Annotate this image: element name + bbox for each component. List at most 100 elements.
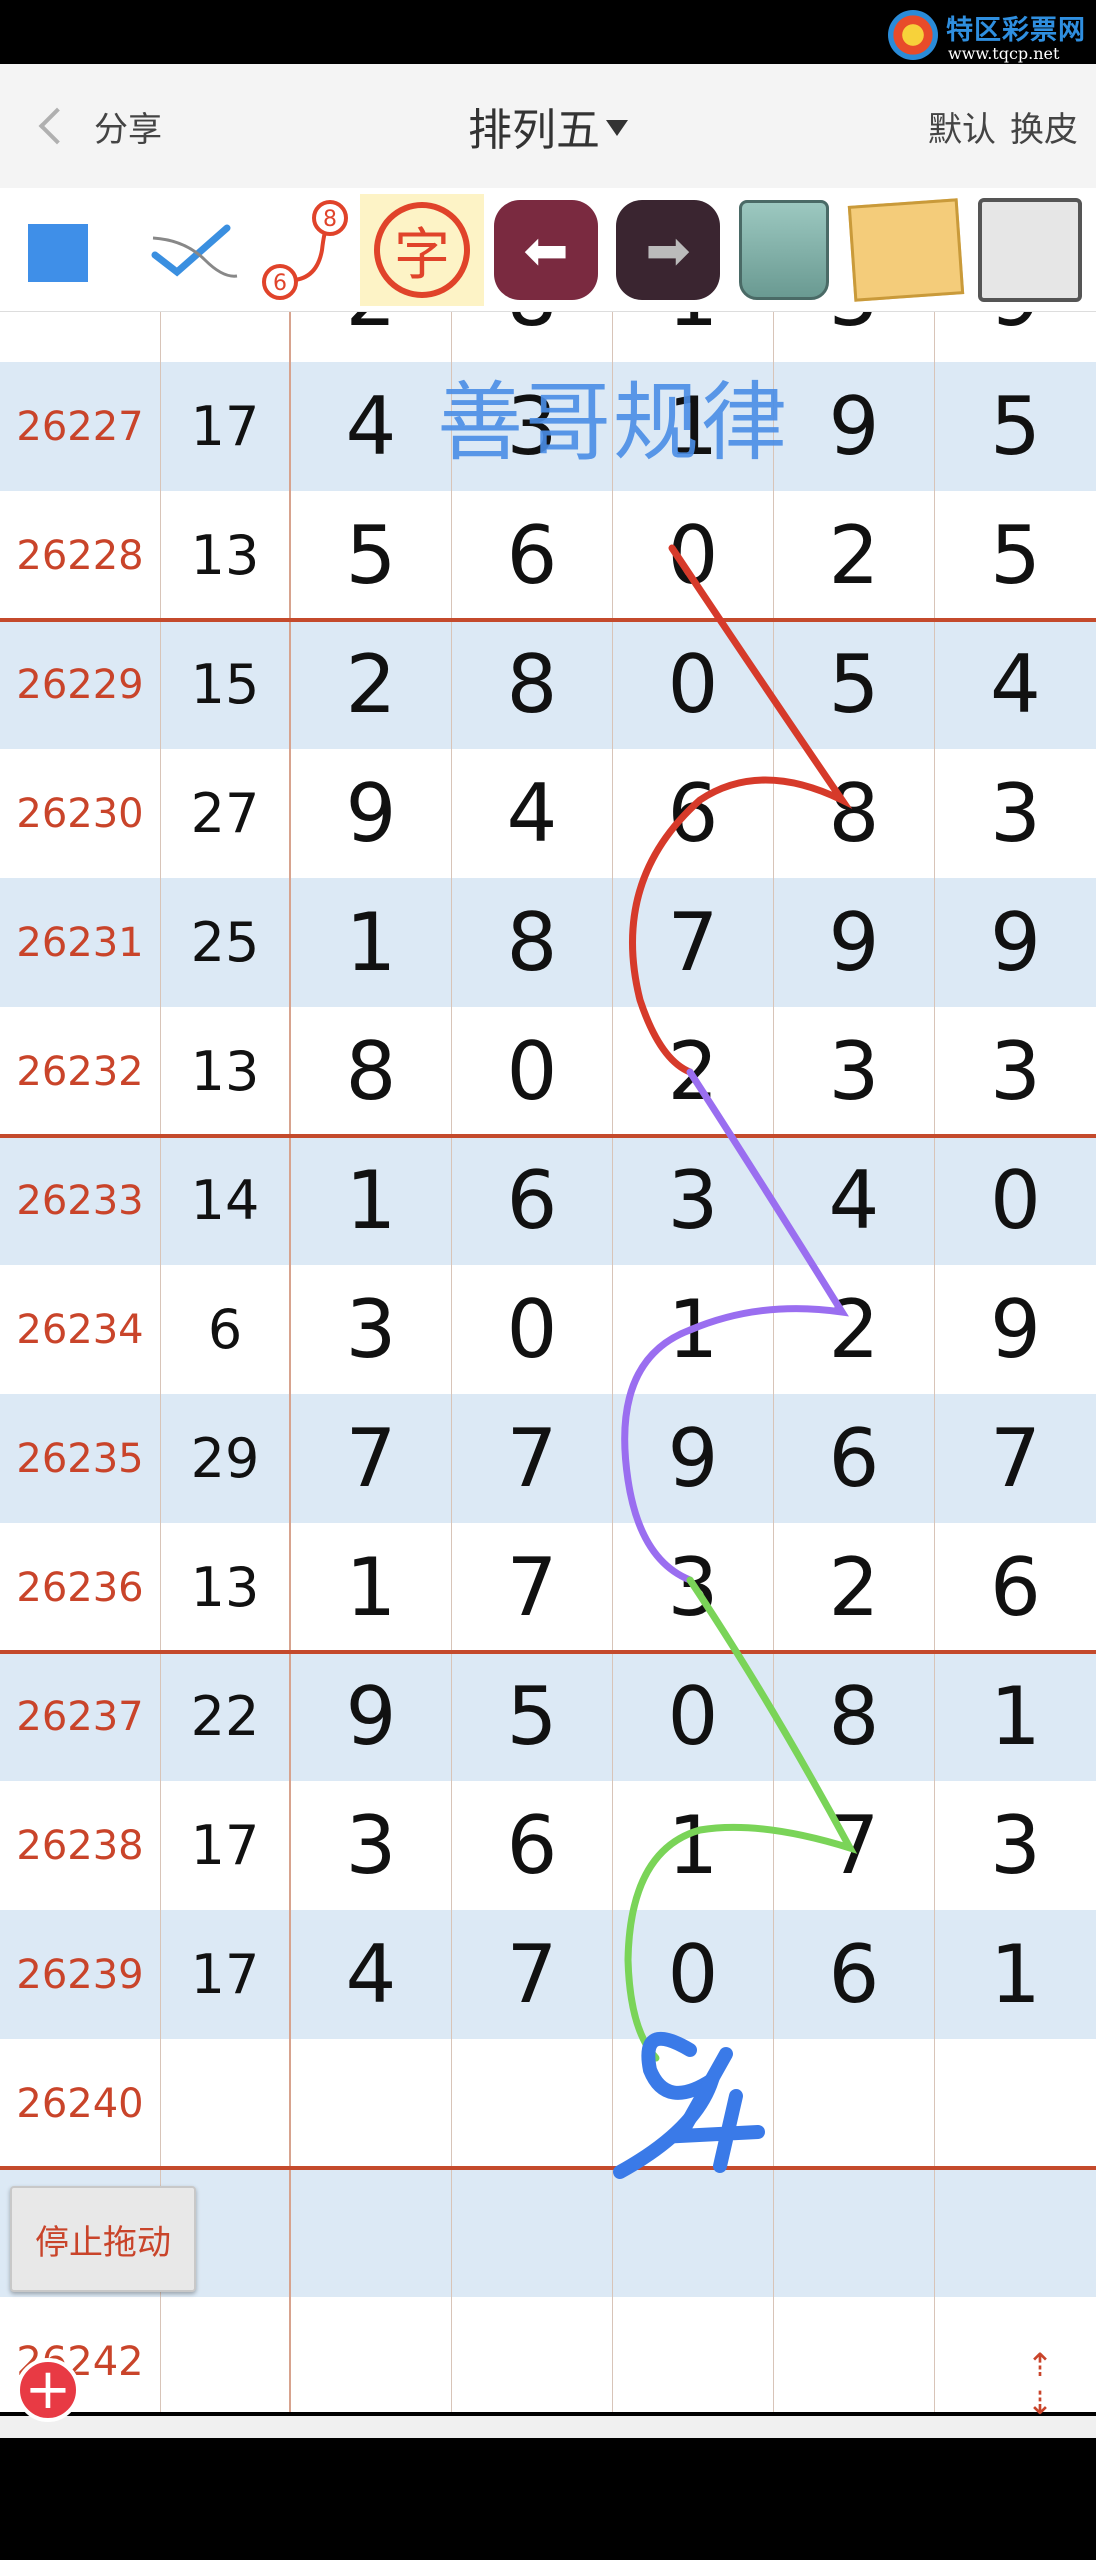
add-button[interactable]: + [16, 2358, 80, 2422]
digit-cell[interactable]: 6 [774, 1910, 935, 2039]
table-row[interactable]: 26230 27 9 4 6 8 3 [0, 749, 1096, 878]
connect-dots-tool[interactable]: 8 6 [254, 194, 354, 306]
table-row[interactable]: 26239 17 4 7 0 6 1 [0, 1910, 1096, 2039]
digit-cell[interactable]: 6 [452, 1781, 613, 1910]
lottery-grid[interactable]: 2815926227174319526228135602526229152805… [0, 312, 1096, 2412]
digit-cell[interactable]: 3 [291, 1265, 452, 1394]
save-button[interactable] [972, 194, 1088, 306]
digit-cell[interactable]: 7 [452, 1910, 613, 2039]
color-swatch-button[interactable] [28, 224, 88, 282]
digit-cell[interactable]: 5 [452, 1652, 613, 1781]
digit-cell[interactable]: 3 [613, 1523, 774, 1652]
digit-cell[interactable]: 0 [613, 1652, 774, 1781]
digit-cell[interactable] [935, 2297, 1096, 2412]
digit-cell[interactable]: 6 [613, 749, 774, 878]
digit-cell[interactable]: 1 [291, 1523, 452, 1652]
digit-cell[interactable]: 3 [774, 1007, 935, 1136]
digit-cell[interactable]: 2 [774, 1265, 935, 1394]
digit-cell[interactable]: 5 [774, 620, 935, 749]
digit-cell[interactable]: 7 [935, 1394, 1096, 1523]
digit-cell[interactable]: 4 [774, 1136, 935, 1265]
digit-cell[interactable] [774, 2039, 935, 2168]
digit-cell[interactable] [452, 2039, 613, 2168]
table-row[interactable]: 26240 [0, 2039, 1096, 2168]
digit-cell[interactable]: 2 [774, 491, 935, 620]
table-row[interactable]: 26236 13 1 7 3 2 6 [0, 1523, 1096, 1652]
digit-cell[interactable]: 9 [935, 878, 1096, 1007]
digit-cell[interactable]: 3 [935, 1781, 1096, 1910]
digit-cell[interactable] [935, 2168, 1096, 2297]
digit-cell[interactable]: 2 [291, 620, 452, 749]
check-pen-tool[interactable] [138, 194, 248, 306]
digit-cell[interactable] [452, 2297, 613, 2412]
default-button[interactable]: 默认 [928, 102, 996, 151]
digit-cell[interactable] [291, 2297, 452, 2412]
table-row[interactable]: 26234 6 3 0 1 2 9 [0, 1265, 1096, 1394]
digit-cell[interactable]: 4 [291, 362, 452, 491]
digit-cell[interactable]: 7 [291, 1394, 452, 1523]
digit-cell[interactable]: 0 [452, 1007, 613, 1136]
digit-cell[interactable]: 9 [613, 1394, 774, 1523]
digit-cell[interactable]: 1 [613, 1265, 774, 1394]
digit-cell[interactable] [774, 2297, 935, 2412]
digit-cell[interactable]: 9 [774, 362, 935, 491]
digit-cell[interactable]: 4 [291, 1910, 452, 2039]
digit-cell[interactable]: 5 [935, 362, 1096, 491]
digit-cell[interactable]: 8 [774, 749, 935, 878]
digit-cell[interactable] [613, 2297, 774, 2412]
change-skin-button[interactable]: 换皮 [1010, 102, 1078, 151]
digit-cell[interactable]: 5 [291, 491, 452, 620]
digit-cell[interactable]: 0 [613, 491, 774, 620]
digit-cell[interactable] [774, 2168, 935, 2297]
char-tool[interactable]: 字 [360, 194, 484, 306]
digit-cell[interactable]: 9 [774, 878, 935, 1007]
digit-cell[interactable] [613, 2039, 774, 2168]
digit-cell[interactable]: 3 [613, 1136, 774, 1265]
digit-cell[interactable] [291, 2039, 452, 2168]
digit-cell[interactable]: 2 [774, 1523, 935, 1652]
table-row[interactable]: 26235 29 7 7 9 6 7 [0, 1394, 1096, 1523]
trash-button[interactable] [728, 194, 840, 306]
table-row[interactable]: 26231 25 1 8 7 9 9 [0, 878, 1096, 1007]
table-row[interactable]: 26237 22 9 5 0 8 1 [0, 1652, 1096, 1781]
digit-cell[interactable]: 5 [774, 312, 935, 362]
digit-cell[interactable]: 1 [935, 1652, 1096, 1781]
digit-cell[interactable]: 8 [774, 1652, 935, 1781]
digit-cell[interactable]: 2 [613, 1007, 774, 1136]
digit-cell[interactable]: 2 [291, 312, 452, 362]
digit-cell[interactable]: 8 [452, 878, 613, 1007]
digit-cell[interactable]: 6 [452, 1136, 613, 1265]
digit-cell[interactable]: 0 [452, 1265, 613, 1394]
digit-cell[interactable]: 7 [774, 1781, 935, 1910]
digit-cell[interactable]: 6 [935, 1523, 1096, 1652]
digit-cell[interactable]: 1 [291, 1136, 452, 1265]
digit-cell[interactable]: 4 [935, 620, 1096, 749]
digit-cell[interactable]: 1 [613, 1781, 774, 1910]
digit-cell[interactable]: 9 [935, 1265, 1096, 1394]
digit-cell[interactable] [291, 2168, 452, 2297]
resize-vertical-icon[interactable]: ⇡ ⇣ [1020, 2346, 1060, 2422]
digit-cell[interactable]: 3 [935, 749, 1096, 878]
table-row[interactable]: 26233 14 1 6 3 4 0 [0, 1136, 1096, 1265]
digit-cell[interactable]: 4 [452, 749, 613, 878]
gallery-button[interactable] [846, 194, 966, 306]
prev-button[interactable]: ⬅ [490, 194, 602, 306]
digit-cell[interactable]: 5 [935, 491, 1096, 620]
digit-cell[interactable]: 0 [613, 1910, 774, 2039]
digit-cell[interactable]: 7 [613, 878, 774, 1007]
digit-cell[interactable]: 6 [774, 1394, 935, 1523]
next-button[interactable]: ➡ [612, 194, 724, 306]
digit-cell[interactable] [935, 2039, 1096, 2168]
digit-cell[interactable] [452, 2168, 613, 2297]
digit-cell[interactable]: 8 [291, 1007, 452, 1136]
digit-cell[interactable]: 9 [935, 312, 1096, 362]
digit-cell[interactable]: 1 [291, 878, 452, 1007]
table-row[interactable]: 26238 17 3 6 1 7 3 [0, 1781, 1096, 1910]
table-row[interactable]: 26229 15 2 8 0 5 4 [0, 620, 1096, 749]
digit-cell[interactable]: 3 [935, 1007, 1096, 1136]
digit-cell[interactable]: 3 [291, 1781, 452, 1910]
digit-cell[interactable]: 0 [613, 620, 774, 749]
digit-cell[interactable]: 8 [452, 620, 613, 749]
digit-cell[interactable]: 0 [935, 1136, 1096, 1265]
digit-cell[interactable]: 9 [291, 1652, 452, 1781]
